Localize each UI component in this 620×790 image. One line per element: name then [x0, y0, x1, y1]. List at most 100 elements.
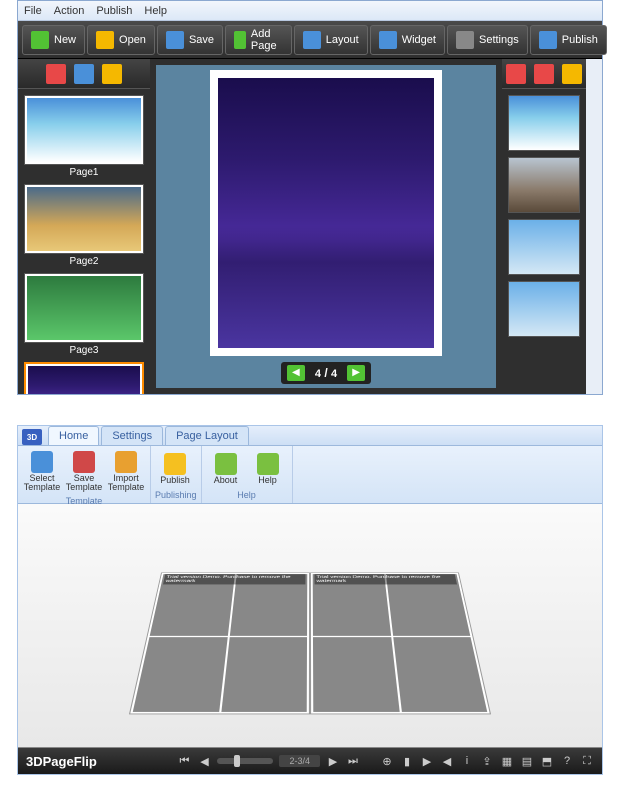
viewer-window: 3D Home Settings Page Layout SelectTempl…	[17, 425, 603, 775]
button-label: Publish	[160, 476, 190, 485]
download-icon[interactable]: ⬒	[540, 754, 554, 768]
open-icon	[96, 31, 114, 49]
page-thumbnail[interactable]	[24, 95, 144, 165]
publish-icon	[164, 453, 186, 475]
thumbnail-image	[27, 187, 141, 251]
thumbnails-icon[interactable]: ▦	[500, 754, 514, 768]
book-right-page: Trial version Demo. Purchase to remove t…	[310, 572, 491, 714]
add-page-button[interactable]: Add Page	[225, 25, 292, 55]
save-template-button[interactable]: SaveTemplate	[64, 448, 104, 495]
menu-action[interactable]: Action	[54, 5, 85, 17]
ribbon-group-help: About Help Help	[202, 446, 293, 503]
help-icon[interactable]: ?	[560, 754, 574, 768]
button-label: Help	[258, 476, 277, 485]
button-label: About	[214, 476, 238, 485]
asset-thumbnails	[502, 89, 586, 394]
menu-file[interactable]: File	[24, 5, 42, 17]
button-label: Widget	[402, 34, 436, 46]
next-page-icon[interactable]: ▶	[326, 754, 340, 768]
bookmark-icon[interactable]: ▮	[400, 754, 414, 768]
page-image	[221, 637, 307, 712]
page-counter: 4 / 4	[311, 366, 341, 380]
asset-thumbnail[interactable]	[508, 157, 580, 213]
layout-icon	[303, 31, 321, 49]
publish-button[interactable]: Publish	[155, 448, 195, 489]
button-label: Layout	[326, 34, 359, 46]
watermark: Trial version Demo. Purchase to remove t…	[315, 574, 457, 584]
page-slider[interactable]	[217, 758, 273, 764]
button-label: Save	[189, 34, 214, 46]
select-template-button[interactable]: SelectTemplate	[22, 448, 62, 495]
import-template-button[interactable]: ImportTemplate	[106, 448, 146, 495]
asset-icon-2[interactable]	[534, 64, 554, 84]
layout-button[interactable]: Layout	[294, 25, 368, 55]
next-page-button[interactable]: ▶	[347, 365, 365, 381]
flipbook[interactable]: Trial version Demo. Purchase to remove t…	[127, 572, 493, 714]
prev-page-icon[interactable]: ◀	[197, 754, 211, 768]
help-icon	[257, 453, 279, 475]
page-canvas[interactable]	[210, 70, 442, 356]
save-button[interactable]: Save	[157, 25, 223, 55]
menu-publish[interactable]: Publish	[96, 5, 132, 17]
button-label: Settings	[479, 34, 519, 46]
page-indicator: 2-3/4	[279, 755, 320, 767]
ribbon-group-label: Publishing	[155, 489, 197, 501]
page-props-icon[interactable]	[74, 64, 94, 84]
menu-bar: File Action Publish Help	[18, 1, 602, 21]
share-icon[interactable]: ⇪	[480, 754, 494, 768]
menu-help[interactable]: Help	[144, 5, 167, 17]
button-label: Publish	[562, 34, 598, 46]
open-button[interactable]: Open	[87, 25, 155, 55]
widget-icon	[379, 31, 397, 49]
ribbon: SelectTemplateSaveTemplateImportTemplate…	[18, 446, 602, 504]
asset-thumbnail[interactable]	[508, 281, 580, 337]
pages-panel: Page1Page2Page3Page4	[18, 59, 150, 394]
sound-icon[interactable]: ◀	[440, 754, 454, 768]
first-page-icon[interactable]: ⏮	[177, 754, 191, 768]
prev-page-button[interactable]: ◀	[287, 365, 305, 381]
print-icon[interactable]: ▤	[520, 754, 534, 768]
viewer-footer: 3DPageFlip ⏮ ◀ 2-3/4 ▶ ⏭ ⊕ ▮ ▶ ◀ i ⇪ ▦ ▤…	[18, 748, 602, 774]
page-thumbnail[interactable]	[24, 184, 144, 254]
info-icon[interactable]: i	[460, 754, 474, 768]
fullscreen-icon[interactable]: ⛶	[580, 754, 594, 768]
publish-button[interactable]: Publish	[530, 25, 607, 55]
button-label: New	[54, 34, 76, 46]
asset-icon-1[interactable]	[506, 64, 526, 84]
assets-panel	[502, 59, 586, 394]
thumbnail-label: Page1	[24, 165, 144, 180]
about-button[interactable]: About	[206, 448, 246, 489]
tab-home[interactable]: Home	[48, 426, 99, 445]
delete-page-icon[interactable]	[46, 64, 66, 84]
main-toolbar: New Open Save Add Page Layout Widget Settings P…	[18, 21, 602, 59]
asset-thumbnail[interactable]	[508, 219, 580, 275]
new-icon	[31, 31, 49, 49]
ribbon-group-label: Help	[206, 489, 288, 501]
select-template-icon	[31, 451, 53, 473]
tab-settings[interactable]: Settings	[101, 426, 163, 445]
last-page-icon[interactable]: ⏭	[346, 754, 360, 768]
page-image	[133, 637, 227, 712]
zoom-icon[interactable]: ⊕	[380, 754, 394, 768]
help-button[interactable]: Help	[248, 448, 288, 489]
pages-panel-toolbar	[18, 59, 150, 89]
scrollbar[interactable]	[586, 59, 602, 394]
widget-button[interactable]: Widget	[370, 25, 445, 55]
flipbook-stage[interactable]: Trial version Demo. Purchase to remove t…	[18, 504, 602, 748]
reorder-page-icon[interactable]	[102, 64, 122, 84]
add-page-icon	[234, 31, 246, 49]
save-icon	[166, 31, 184, 49]
assets-toolbar	[502, 59, 586, 89]
page-thumbnail[interactable]	[24, 362, 144, 394]
play-icon[interactable]: ▶	[420, 754, 434, 768]
page-image	[393, 637, 487, 712]
asset-thumbnail[interactable]	[508, 95, 580, 151]
new-button[interactable]: New	[22, 25, 85, 55]
ribbon-group-publishing: Publish Publishing	[151, 446, 202, 503]
tab-page-layout[interactable]: Page Layout	[165, 426, 249, 445]
watermark: Trial version Demo. Purchase to remove t…	[163, 574, 305, 584]
asset-icon-3[interactable]	[562, 64, 582, 84]
ribbon-tabs: 3D Home Settings Page Layout	[18, 426, 602, 446]
settings-button[interactable]: Settings	[447, 25, 528, 55]
page-thumbnail[interactable]	[24, 273, 144, 343]
